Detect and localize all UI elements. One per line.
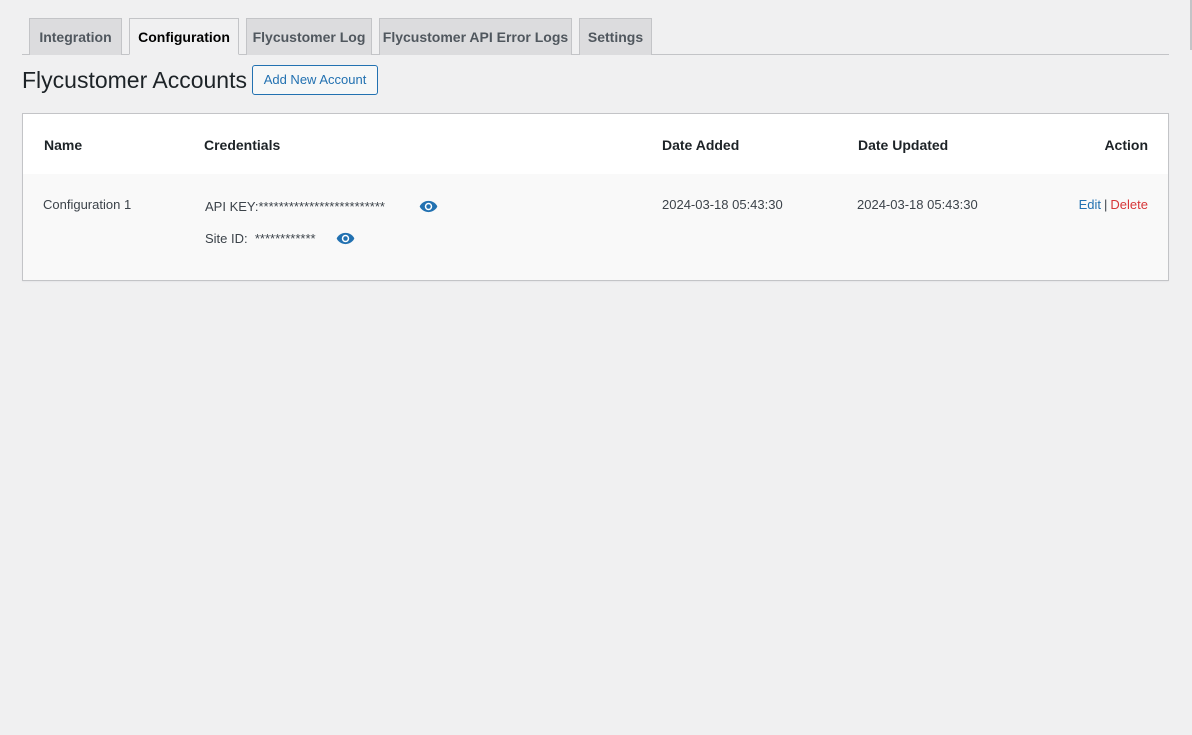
- account-name: Configuration 1: [43, 197, 132, 212]
- site-id-field: Site ID: ************: [205, 231, 316, 247]
- eye-icon[interactable]: [419, 200, 438, 213]
- column-header-credentials: Credentials: [204, 137, 281, 153]
- edit-link[interactable]: Edit: [1079, 197, 1101, 212]
- accounts-table: Name Credentials Date Added Date Updated…: [22, 113, 1169, 281]
- api-key-field: API KEY:*************************: [205, 199, 385, 215]
- column-header-action: Action: [1104, 137, 1148, 153]
- table-header-row: Name Credentials Date Added Date Updated…: [23, 114, 1168, 174]
- delete-link[interactable]: Delete: [1110, 197, 1148, 212]
- date-added-value: 2024-03-18 05:43:30: [662, 197, 783, 212]
- add-new-account-button[interactable]: Add New Account: [252, 65, 378, 95]
- page-title: Flycustomer Accounts: [22, 67, 247, 93]
- tab-flycustomer-api-error-logs[interactable]: Flycustomer API Error Logs: [379, 18, 572, 55]
- tab-configuration[interactable]: Configuration: [129, 18, 239, 55]
- eye-icon[interactable]: [336, 232, 355, 245]
- api-key-label: API KEY:: [205, 199, 259, 214]
- date-updated-value: 2024-03-18 05:43:30: [857, 197, 978, 212]
- nav-tab-wrapper: Integration Configuration Flycustomer Lo…: [22, 18, 1169, 55]
- site-id-value: ************: [254, 231, 316, 246]
- column-header-date-added: Date Added: [662, 137, 740, 153]
- column-header-date-updated: Date Updated: [858, 137, 949, 153]
- tab-integration[interactable]: Integration: [29, 18, 122, 55]
- row-actions: Edit | Delete: [1079, 197, 1148, 213]
- api-key-value: *************************: [258, 199, 385, 214]
- site-id-label: Site ID:: [205, 231, 248, 246]
- tab-settings[interactable]: Settings: [579, 18, 652, 55]
- tab-flycustomer-log[interactable]: Flycustomer Log: [246, 18, 372, 55]
- action-separator: |: [1104, 197, 1108, 212]
- column-header-name: Name: [44, 137, 83, 153]
